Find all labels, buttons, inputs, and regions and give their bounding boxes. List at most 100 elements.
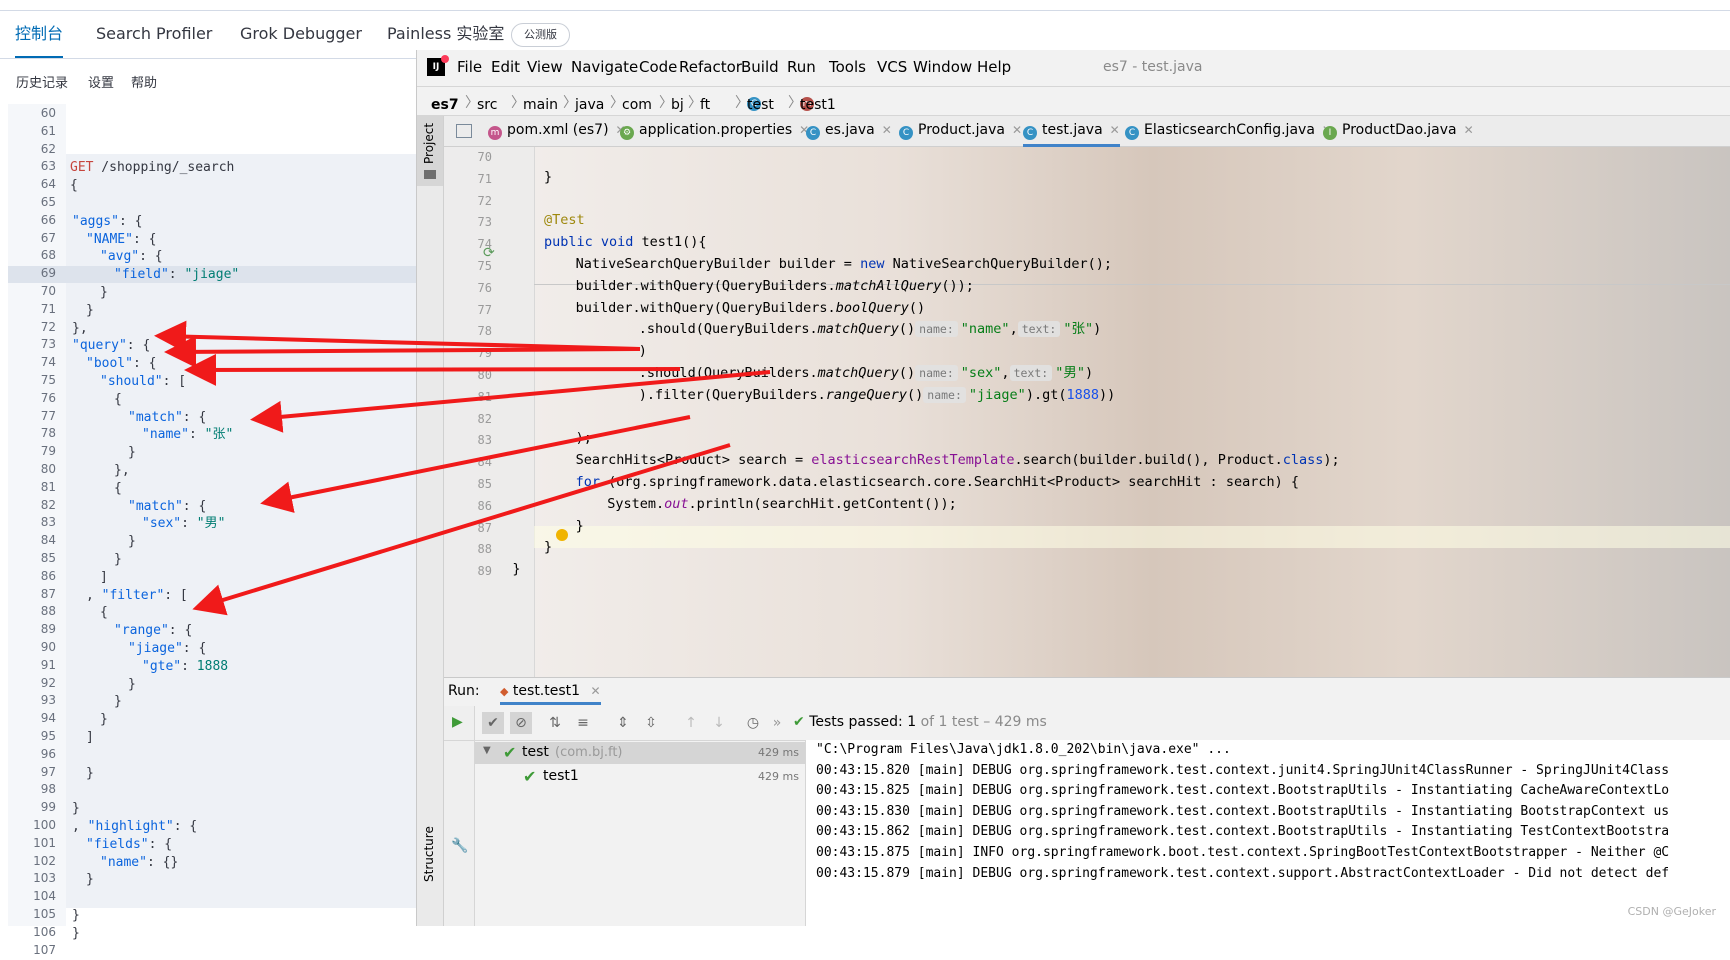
tab-search-profiler[interactable]: Search Profiler <box>96 14 212 58</box>
sort-alpha-icon[interactable]: ⇅ <box>544 712 566 734</box>
show-passed-icon[interactable]: ✔ <box>482 712 504 734</box>
editor-tab[interactable]: CElasticsearchConfig.java✕ <box>1125 122 1332 140</box>
close-icon[interactable]: ✕ <box>1464 123 1474 137</box>
breadcrumb-label: src <box>477 97 498 113</box>
breadcrumb-label: bj <box>671 97 684 113</box>
parameter-hint: name: <box>915 321 958 338</box>
close-icon[interactable]: ✕ <box>1110 123 1120 137</box>
menu-help[interactable]: Help <box>977 58 1011 76</box>
editor-tab[interactable]: I ProductDao.java ✕ <box>1323 122 1474 140</box>
menu-refactor[interactable]: Refactor <box>679 58 742 76</box>
json-punct: : { <box>118 213 143 229</box>
code-token: ) <box>1084 365 1094 381</box>
line-number-text: 89 <box>40 622 56 637</box>
prev-icon[interactable]: ↑ <box>680 712 702 734</box>
settings-link[interactable]: 设置 <box>88 72 114 91</box>
sort-duration-icon[interactable]: ≡ <box>572 712 594 734</box>
tab-label: ElasticsearchConfig.java <box>1144 122 1315 138</box>
project-tool-tab[interactable]: Project <box>417 116 443 186</box>
json-punct: } <box>86 765 94 781</box>
close-icon[interactable]: ✕ <box>1012 123 1022 137</box>
collapse-all-icon[interactable]: ⇳ <box>640 712 662 734</box>
tree-row-test[interactable]: ▼ ✔ test (com.bj.ft) 429 ms <box>475 742 805 764</box>
menu-view[interactable]: View <box>527 58 563 76</box>
show-ignored-icon[interactable]: ⊘ <box>510 712 532 734</box>
code-token: } <box>575 517 584 534</box>
editor-tab[interactable]: mpom.xml (es7)✕ <box>488 122 626 140</box>
parameter-hint: text: <box>1017 321 1061 338</box>
code-token: builder.withQuery(QueryBuilders. <box>575 299 836 316</box>
menu-vcs[interactable]: VCS <box>877 58 907 76</box>
run-gutter-icon[interactable]: ⟳ <box>483 245 495 261</box>
editor-tab[interactable]: ⚙ application.properties ✕ <box>620 122 809 140</box>
close-icon[interactable]: ✕ <box>591 684 601 698</box>
line-number: 94 <box>8 711 66 728</box>
structure-tool-tab[interactable]: Structure <box>422 826 436 882</box>
more-icon[interactable]: » <box>766 712 788 734</box>
code-token: } <box>512 561 521 578</box>
expand-all-icon[interactable]: ⇕ <box>612 712 634 734</box>
next-icon[interactable]: ↓ <box>708 712 730 734</box>
tree-row-test1[interactable]: ✔ test1 429 ms <box>475 766 805 788</box>
project-label: Project <box>422 122 436 164</box>
menu-navigate[interactable]: Navigate <box>571 58 638 76</box>
code-line: "match": { <box>128 409 206 426</box>
code-line: } <box>544 166 552 188</box>
editor-tab[interactable]: Ces.java ✕ <box>806 122 892 140</box>
tree-time: 429 ms <box>758 770 799 783</box>
console-editor[interactable]: 60 61 62 63 64 65 66 67 68 69 70 71 72 73 74 75 76 77 78 79… <box>8 104 426 957</box>
left-tool-strip: Project Structure <box>417 116 444 926</box>
line-number-text: 85 <box>40 551 56 565</box>
tree-package: (com.bj.ft) <box>555 745 623 760</box>
editor-tab[interactable]: Ctest.java ✕ <box>1023 122 1120 147</box>
code-token: .println(searchHit.getContent()); <box>688 495 957 512</box>
json-punct: } <box>86 872 94 888</box>
code-line: }, <box>114 462 130 479</box>
json-punct: } <box>128 534 136 550</box>
menu-tools[interactable]: Tools <box>829 58 866 76</box>
json-punct: } <box>72 801 80 817</box>
menu-edit[interactable]: Edit <box>491 58 520 76</box>
line-number-text: 65 <box>40 195 56 209</box>
json-punct: : { <box>182 409 207 425</box>
code-line: } <box>72 925 80 942</box>
editor-tab[interactable]: C Product.java ✕ <box>899 122 1022 140</box>
menu-window[interactable]: Window <box>913 58 972 76</box>
code-line-number: 82 <box>477 411 492 426</box>
menu-build[interactable]: Build <box>741 58 779 76</box>
run-tab[interactable]: ◆ test.test1 ✕ <box>500 683 601 705</box>
editor-split-icon[interactable] <box>456 124 472 138</box>
line-number: 103 <box>8 871 66 888</box>
chevron-down-icon[interactable]: ▼ <box>483 745 491 756</box>
code-line: } <box>86 765 94 782</box>
console-output[interactable]: "C:\Program Files\Java\jdk1.8.0_202\bin\… <box>806 740 1730 926</box>
line-number-text: 60 <box>40 106 56 120</box>
help-link[interactable]: 帮助 <box>131 72 157 91</box>
json-punct: : <box>181 516 197 532</box>
code-token: ) <box>1093 321 1102 338</box>
code-token: .search(builder.build(), Product. <box>1014 452 1283 469</box>
wrench-icon[interactable]: 🔧 <box>451 838 468 854</box>
tab-console[interactable]: 控制台 <box>15 14 64 58</box>
menu-code[interactable]: Code <box>639 58 677 76</box>
line-number: 101 <box>8 836 66 853</box>
lightbulb-icon[interactable] <box>556 529 568 541</box>
json-key: "should" <box>100 374 163 389</box>
json-punct: : <box>168 267 185 283</box>
code-token: .should(QueryBuilders. <box>638 321 818 338</box>
status-summary: of 1 test – 429 ms <box>920 714 1047 730</box>
line-number: 106 <box>8 925 66 942</box>
code-line: "field": "jiage" <box>114 266 239 283</box>
history-icon[interactable]: ◷ <box>742 712 764 734</box>
close-icon[interactable]: ✕ <box>882 123 892 137</box>
code-editor[interactable]: 70 71 72 73 74 75 76 77 78 79 80 81 82 83 84 85 86 87 88 89… <box>444 147 1730 677</box>
code-line: } <box>544 536 552 558</box>
line-number-text: 66 <box>40 212 56 227</box>
status-label: Tests passed: <box>809 714 903 730</box>
line-number: 100 <box>8 818 66 835</box>
json-punct: } <box>100 285 108 300</box>
tab-grok-debugger[interactable]: Grok Debugger <box>240 14 362 58</box>
menu-run[interactable]: Run <box>787 58 816 76</box>
menu-file[interactable]: File <box>457 58 482 76</box>
history-link[interactable]: 历史记录 <box>16 72 68 91</box>
